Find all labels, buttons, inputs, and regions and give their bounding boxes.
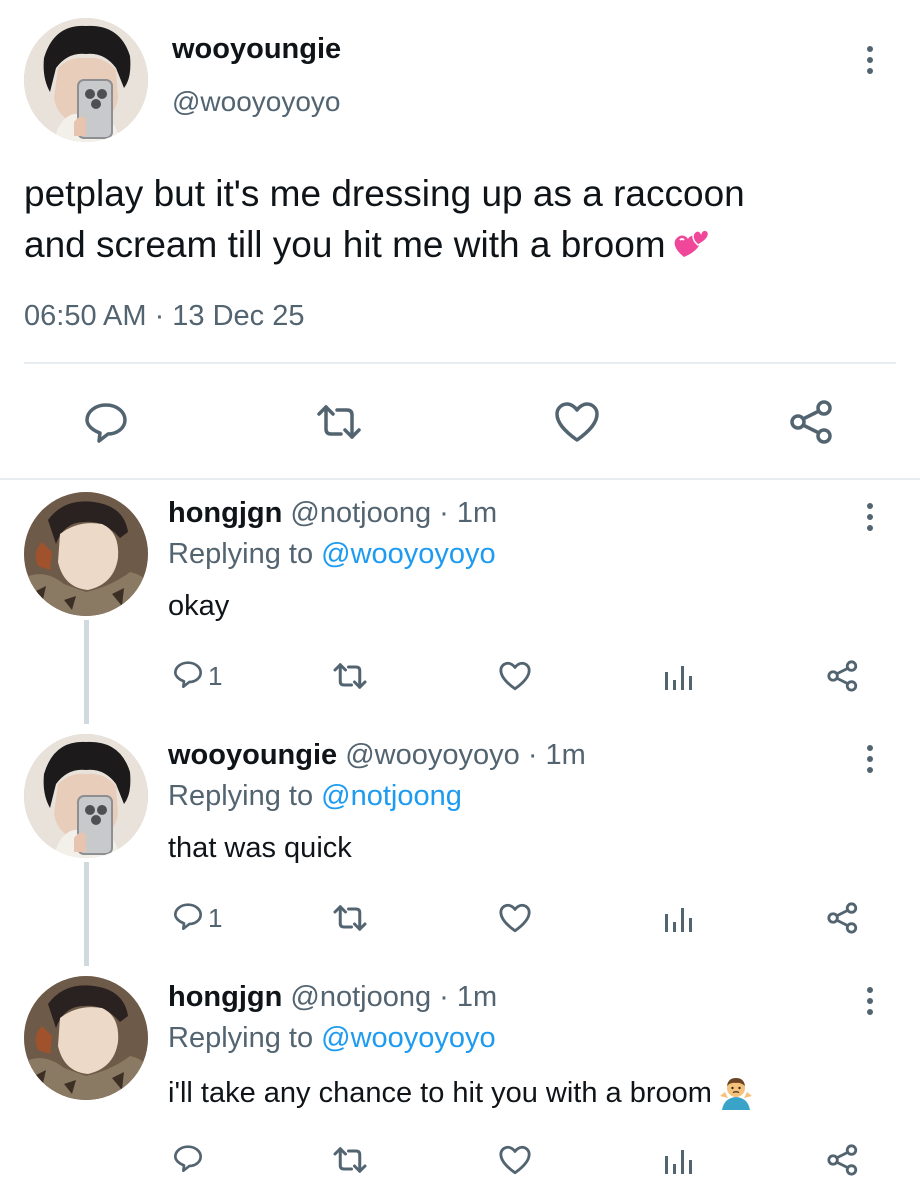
reply-header: hongjgn @notjoong · 1m [168,497,497,530]
replying-prefix: Replying to [168,780,322,812]
more-options-icon[interactable] [864,745,876,773]
replying-to: Replying to @wooyoyoyo [168,1022,496,1055]
avatar[interactable] [24,492,148,616]
share-icon[interactable] [826,656,860,696]
reply-icon [172,1142,204,1179]
reply-header: wooyoungie @wooyoyoyo · 1m [168,739,586,772]
tweet-text-line2: and scream till you hit me with a broom [24,224,666,265]
reply-tweet: hongjgn @notjoong · 1m Replying to @wooy… [0,480,920,724]
retweet-icon[interactable] [332,898,368,938]
divider [24,362,896,364]
tweet-thread: wooyoungie @wooyoyoyo petplay but it's m… [0,0,920,1200]
reply-icon [172,900,204,937]
main-tweet: wooyoungie @wooyoyoyo petplay but it's m… [0,0,920,480]
mention-link[interactable]: @notjoong [321,780,462,812]
more-options-icon[interactable] [864,503,876,531]
share-icon[interactable] [788,398,836,446]
reply-text: i'll take any chance to hit you with a b… [168,1074,754,1118]
tweet-timestamp[interactable]: 06:50 AM · 13 Dec 25 [24,300,305,333]
reply-tweet: hongjgn @notjoong · 1m Replying to @wooy… [0,964,920,1200]
reply-button[interactable] [172,1140,208,1180]
retweet-icon[interactable] [332,656,368,696]
retweet-icon[interactable] [332,1140,368,1180]
man-shrugging-emoji-icon [718,1074,754,1118]
like-heart-icon[interactable] [498,898,532,938]
display-name[interactable]: wooyoungie [168,739,337,771]
reply-meta: @wooyoyoyo · 1m [345,739,586,771]
tweet-text-line: petplay but it's me dressing up as a rac… [24,173,745,214]
analytics-icon[interactable] [662,898,694,938]
reply-text-body: i'll take any chance to hit you with a b… [168,1077,712,1109]
reply-button[interactable]: 1 [172,898,222,938]
reply-icon[interactable] [82,398,130,446]
display-name[interactable]: wooyoungie [172,33,341,66]
display-name[interactable]: hongjgn [168,981,282,1013]
mention-link[interactable]: @wooyoyoyo [321,1022,496,1054]
reply-text: okay [168,590,230,622]
reply-tweet: wooyoungie @wooyoyoyo · 1m Replying to @… [0,722,920,966]
avatar[interactable] [24,18,148,142]
mention-link[interactable]: @wooyoyoyo [321,538,496,570]
more-options-icon[interactable] [864,987,876,1015]
user-handle[interactable]: @wooyoyoyo [172,86,341,118]
thread-connector [84,862,89,966]
replying-prefix: Replying to [168,1022,322,1054]
reply-header: hongjgn @notjoong · 1m [168,981,497,1014]
two-hearts-emoji-icon [672,225,710,276]
like-heart-icon[interactable] [498,1140,532,1180]
more-options-icon[interactable] [864,46,876,74]
thread-connector [84,620,89,724]
share-icon[interactable] [826,898,860,938]
analytics-icon[interactable] [662,656,694,696]
like-heart-icon[interactable] [498,656,532,696]
analytics-icon[interactable] [662,1140,694,1180]
display-name[interactable]: hongjgn [168,497,282,529]
avatar[interactable] [24,976,148,1100]
reply-count: 1 [208,902,223,933]
reply-meta: @notjoong · 1m [290,497,498,529]
reply-count: 1 [208,660,223,691]
replying-prefix: Replying to [168,538,322,570]
reply-text: that was quick [168,832,352,864]
tweet-text: petplay but it's me dressing up as a rac… [24,168,894,276]
retweet-icon[interactable] [315,398,363,446]
replying-to: Replying to @wooyoyoyo [168,538,496,571]
like-heart-icon[interactable] [553,398,601,446]
reply-icon [172,658,204,695]
avatar[interactable] [24,734,148,858]
share-icon[interactable] [826,1140,860,1180]
replying-to: Replying to @notjoong [168,780,462,813]
tweet-text-line: and scream till you hit me with a broom [24,219,894,276]
reply-meta: @notjoong · 1m [290,981,498,1013]
reply-button[interactable]: 1 [172,656,222,696]
